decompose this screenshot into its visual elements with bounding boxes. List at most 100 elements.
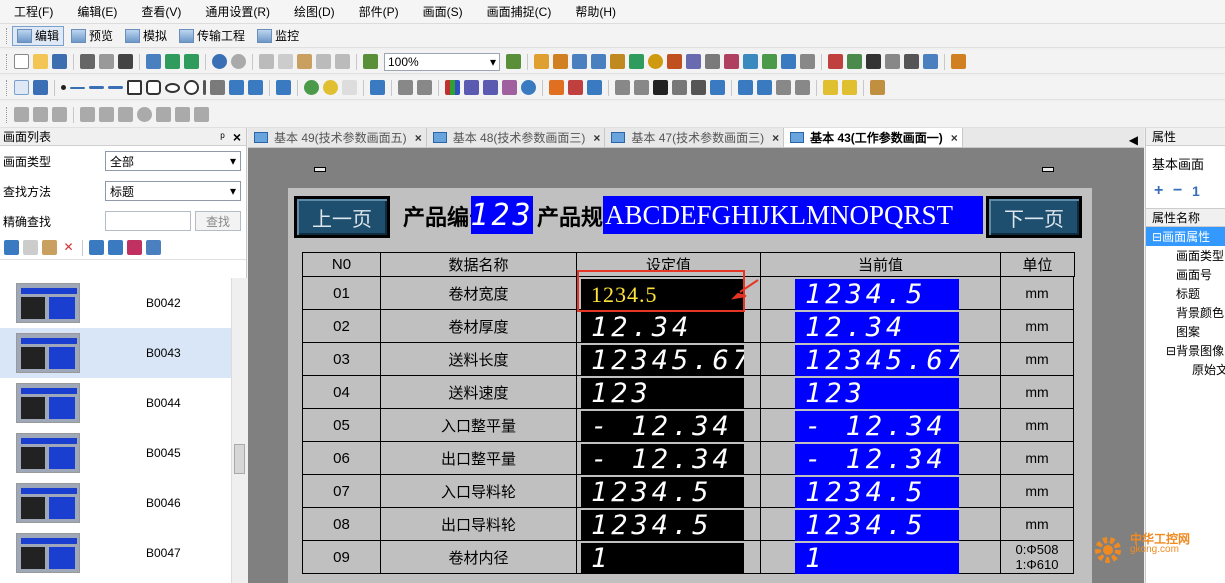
pin-icon[interactable]: ᵖ xyxy=(220,130,225,144)
mode-button-simulate[interactable]: 模拟 xyxy=(120,26,172,46)
new-file-icon[interactable] xyxy=(14,54,29,69)
sheet-icon[interactable] xyxy=(847,54,862,69)
align-center-icon[interactable] xyxy=(80,107,95,122)
close-icon[interactable]: × xyxy=(415,131,422,145)
search-input[interactable] xyxy=(105,211,191,231)
bulb-icon[interactable] xyxy=(323,80,338,95)
screen-export-icon[interactable] xyxy=(146,240,161,255)
alarm-icon[interactable] xyxy=(667,54,682,69)
tree-toggle-icon[interactable]: ⊟ xyxy=(1166,344,1176,358)
image-icon[interactable] xyxy=(229,80,244,95)
property-item[interactable]: 原始文 xyxy=(1146,360,1225,379)
gear-icon[interactable] xyxy=(521,80,536,95)
rectangle-icon[interactable] xyxy=(127,80,142,95)
recipe-icon[interactable] xyxy=(781,54,796,69)
tab-screen[interactable]: 基本 49(技术参数画面五) × xyxy=(248,128,427,147)
print-preview-icon[interactable] xyxy=(99,54,114,69)
video-icon[interactable] xyxy=(710,80,725,95)
thumbnail-scrollbar[interactable] xyxy=(231,278,247,583)
design-canvas[interactable]: 上一页 产品编号 123 产品规格 ABCDEFGHIJKLMNOPQRST 下… xyxy=(248,148,1144,583)
menu-item[interactable]: 查看(V) xyxy=(141,3,181,20)
freehand-icon[interactable] xyxy=(108,86,123,89)
toolbar-grip[interactable] xyxy=(6,79,9,96)
property-item[interactable]: 背景颜色 xyxy=(1146,303,1225,322)
property-item[interactable]: ⊟ 画面属性 xyxy=(1146,227,1225,246)
align-icon[interactable] xyxy=(634,80,649,95)
fire-icon[interactable] xyxy=(549,80,564,95)
screen-list-item[interactable]: B0042 xyxy=(0,278,247,328)
distribute-icon[interactable] xyxy=(118,107,133,122)
number-display-icon[interactable] xyxy=(629,54,644,69)
polyline-icon[interactable] xyxy=(89,86,104,89)
printer-part-icon[interactable] xyxy=(672,80,687,95)
bar-chart-icon[interactable] xyxy=(445,80,460,95)
tree-toggle-icon[interactable]: ⊟ xyxy=(1152,230,1162,244)
list-icon[interactable] xyxy=(776,80,791,95)
paste-special-icon[interactable] xyxy=(316,54,331,69)
toolbar-grip[interactable] xyxy=(6,53,9,70)
arc-icon[interactable] xyxy=(184,80,199,95)
device-icon[interactable] xyxy=(828,54,843,69)
property-item[interactable]: 标题 xyxy=(1146,284,1225,303)
screen-icon[interactable] xyxy=(165,54,180,69)
set-value-input[interactable]: - 12.34 xyxy=(581,444,744,475)
flag-icon[interactable] xyxy=(568,80,583,95)
lightbulb-icon[interactable] xyxy=(823,80,838,95)
group-icon[interactable] xyxy=(52,107,67,122)
set-value-input[interactable]: - 12.34 xyxy=(581,411,744,442)
undo-icon[interactable] xyxy=(212,54,227,69)
close-icon[interactable]: × xyxy=(951,131,958,145)
sheet-part-icon[interactable] xyxy=(795,80,810,95)
tab-nav-left-icon[interactable]: ◀ xyxy=(1123,133,1144,147)
find-method-select[interactable]: 标题 ▾ xyxy=(105,181,241,201)
polygon-icon[interactable] xyxy=(146,80,161,95)
property-item[interactable]: 画面号 xyxy=(1146,265,1225,284)
line-icon[interactable] xyxy=(70,86,85,89)
mode-button-transfer[interactable]: 传输工程 xyxy=(174,26,250,46)
screen-copy-icon[interactable] xyxy=(108,240,123,255)
sound-icon[interactable] xyxy=(705,54,720,69)
check-icon[interactable] xyxy=(363,54,378,69)
flip-icon[interactable] xyxy=(156,107,171,122)
copy-icon[interactable] xyxy=(278,54,293,69)
menu-item[interactable]: 帮助(H) xyxy=(575,3,616,20)
menu-item[interactable]: 工程(F) xyxy=(14,3,53,20)
property-item[interactable]: 画面类型 xyxy=(1146,246,1225,265)
menu-item[interactable]: 编辑(E) xyxy=(77,3,117,20)
delete-icon[interactable]: ✕ xyxy=(61,240,76,255)
new-screen-icon[interactable] xyxy=(4,240,19,255)
set-value-input[interactable]: 1234.5 xyxy=(581,477,744,508)
key-icon[interactable] xyxy=(610,54,625,69)
fit-screen-icon[interactable] xyxy=(506,54,521,69)
screen-list-item[interactable]: B0043 xyxy=(0,328,247,378)
screen-list-item[interactable]: B0044 xyxy=(0,378,247,428)
pointer-icon[interactable] xyxy=(14,80,29,95)
menu-item[interactable]: 画面(S) xyxy=(423,3,463,20)
toolbar-grip[interactable] xyxy=(6,27,9,44)
menu-item[interactable]: 通用设置(R) xyxy=(205,3,270,20)
eraser-icon[interactable] xyxy=(417,80,432,95)
text-icon[interactable] xyxy=(743,54,758,69)
line-graph-icon[interactable] xyxy=(483,80,498,95)
set-value-input[interactable]: 123 xyxy=(581,378,744,409)
menu-item[interactable]: 绘图(D) xyxy=(294,3,335,20)
library-icon[interactable] xyxy=(885,54,900,69)
save-icon[interactable] xyxy=(52,54,67,69)
align-left-icon[interactable] xyxy=(14,107,29,122)
grid-icon[interactable] xyxy=(398,80,413,95)
new-screen-icon[interactable] xyxy=(146,54,161,69)
close-icon[interactable]: × xyxy=(593,131,600,145)
next-page-button[interactable]: 下一页 xyxy=(986,196,1082,238)
word-switch-icon[interactable] xyxy=(572,54,587,69)
monitor-icon[interactable] xyxy=(923,54,938,69)
screen-library-icon[interactable] xyxy=(127,240,142,255)
property-item[interactable]: 图案 xyxy=(1146,322,1225,341)
camera-icon[interactable] xyxy=(118,54,133,69)
dxf-icon[interactable] xyxy=(248,80,263,95)
prev-page-button[interactable]: 上一页 xyxy=(294,196,390,238)
menu-item[interactable]: 画面捕捉(C) xyxy=(487,3,552,20)
set-value-input[interactable]: 12.34 xyxy=(581,312,744,343)
sort-icon[interactable]: 1 xyxy=(1192,184,1207,199)
layer-icon[interactable] xyxy=(194,107,209,122)
delete-icon[interactable] xyxy=(335,54,350,69)
